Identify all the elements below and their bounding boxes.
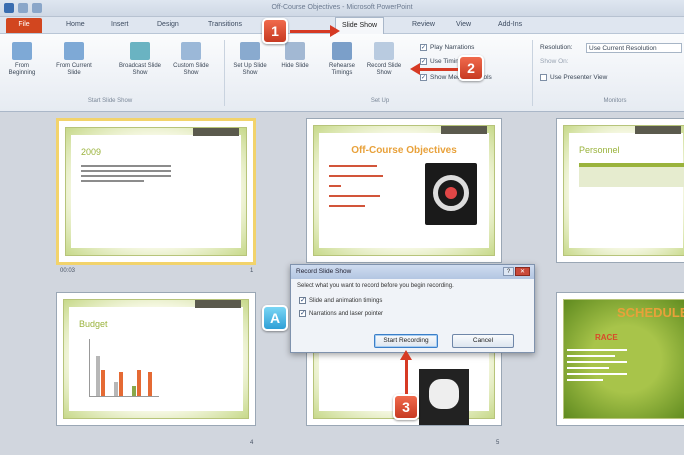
callout-step-2: 2	[458, 55, 484, 81]
slide-tag	[193, 128, 239, 136]
slideshow-start-icon	[12, 42, 32, 60]
slide-number: 4	[250, 440, 254, 446]
checkbox-icon	[420, 44, 427, 51]
tab-add-ins[interactable]: Add-Ins	[498, 21, 522, 28]
slide-subtitle: RACE	[595, 333, 618, 342]
narrations-laser-pointer-checkbox[interactable]: Narrations and laser pointer	[299, 309, 383, 317]
custom-slide-show-button[interactable]: Custom Slide Show	[170, 42, 212, 77]
rehearse-timings-button[interactable]: Rehearse Timings	[323, 42, 361, 77]
slide-title: 2009	[81, 147, 102, 157]
cancel-button[interactable]: Cancel	[452, 334, 514, 348]
slide-tag	[195, 300, 241, 308]
from-current-slide-button[interactable]: From Current Slide	[54, 42, 94, 77]
callout-step-a: A	[262, 305, 288, 331]
slideshow-current-icon	[64, 42, 84, 60]
checkbox-icon	[420, 58, 427, 65]
group-label-start: Start Slide Show	[87, 98, 133, 104]
slide-body-text	[567, 349, 627, 381]
title-bar: Off-Course Objectives - Microsoft PowerP…	[0, 0, 684, 17]
ribbon-divider	[224, 40, 225, 106]
tab-design[interactable]: Design	[157, 21, 179, 28]
slide-bullets	[329, 165, 389, 207]
tab-home[interactable]: Home	[66, 21, 85, 28]
rehearse-icon	[332, 42, 352, 60]
ribbon-divider	[532, 40, 533, 106]
tab-slide-show[interactable]: Slide Show	[335, 17, 385, 35]
arrow-head-icon	[330, 25, 340, 37]
arrow-head-icon	[400, 350, 412, 360]
window-title: Off-Course Objectives - Microsoft PowerP…	[271, 4, 413, 11]
arrow-head-icon	[410, 63, 420, 75]
slide-table	[579, 163, 684, 187]
callout-arrow	[420, 68, 458, 71]
hide-slide-button[interactable]: Hide Slide	[280, 42, 310, 70]
slide-number: 1	[250, 268, 254, 274]
tab-review[interactable]: Review	[412, 21, 435, 28]
slide-number: 5	[496, 440, 500, 446]
record-icon	[374, 42, 394, 60]
slide-image	[425, 163, 477, 225]
checkbox-icon	[540, 74, 547, 81]
presenter-view-checkbox[interactable]: Use Presenter View	[540, 74, 607, 81]
slide-animation-timings-checkbox[interactable]: Slide and animation timings	[299, 296, 382, 304]
slide-thumbnail-6[interactable]: SCHEDULE RACE	[556, 292, 684, 426]
slide-thumbnail-4[interactable]: Budget	[56, 292, 256, 426]
show-on-label: Show On:	[540, 58, 569, 65]
help-icon[interactable]: ?	[503, 267, 514, 276]
setup-icon	[240, 42, 260, 60]
callout-arrow	[405, 360, 408, 394]
callout-arrow	[290, 30, 330, 33]
checkbox-icon	[299, 296, 306, 304]
callout-step-3: 3	[393, 394, 419, 420]
slide-tag	[441, 126, 487, 134]
tab-view[interactable]: View	[456, 21, 471, 28]
slide-timing: 00:03	[60, 268, 76, 274]
tab-insert[interactable]: Insert	[111, 21, 129, 28]
record-slide-show-dialog: Record Slide Show ? ✕ Select what you wa…	[290, 264, 535, 353]
callout-step-1: 1	[262, 18, 288, 44]
from-beginning-button[interactable]: From Beginning	[4, 42, 40, 77]
slide-title: SCHEDULE	[617, 305, 684, 320]
broadcast-icon	[130, 42, 150, 60]
tab-transitions[interactable]: Transitions	[208, 21, 242, 28]
slide-body-text	[81, 165, 171, 185]
resolution-label: Resolution:	[540, 44, 573, 51]
start-recording-button[interactable]: Start Recording	[374, 334, 438, 348]
hide-slide-icon	[285, 42, 305, 60]
slide-tag	[635, 126, 681, 134]
slide-thumbnail-2[interactable]: Off-Course Objectives	[306, 118, 502, 263]
checkbox-icon	[420, 74, 427, 81]
resolution-dropdown[interactable]: Use Current Resolution	[586, 43, 682, 53]
ribbon-tabs: File Home Insert Design Transitions Slid…	[0, 17, 684, 35]
dialog-title: Record Slide Show	[291, 265, 534, 279]
record-slide-show-button[interactable]: Record Slide Show	[364, 42, 404, 77]
broadcast-slide-show-button[interactable]: Broadcast Slide Show	[118, 42, 162, 77]
slide-title: Personnel	[579, 145, 620, 155]
group-label-monitors: Monitors	[603, 98, 627, 104]
set-up-slide-show-button[interactable]: Set Up Slide Show	[230, 42, 270, 77]
slide-title: Budget	[79, 319, 108, 329]
play-narrations-checkbox[interactable]: Play Narrations	[420, 44, 474, 51]
custom-show-icon	[181, 42, 201, 60]
close-icon[interactable]: ✕	[515, 267, 530, 276]
slide-thumbnail-1[interactable]: 2009	[56, 118, 256, 265]
tab-file[interactable]: File	[6, 18, 42, 33]
ribbon: From Beginning From Current Slide Broadc…	[0, 34, 684, 112]
slide-chart	[89, 339, 159, 397]
dialog-description: Select what you want to record before yo…	[297, 283, 454, 289]
slide-thumbnail-3[interactable]: Personnel	[556, 118, 684, 263]
slide-image	[419, 369, 469, 425]
slide-title: Off-Course Objectives	[351, 145, 457, 156]
group-label-setup: Set Up	[370, 98, 390, 104]
checkbox-icon	[299, 309, 306, 317]
